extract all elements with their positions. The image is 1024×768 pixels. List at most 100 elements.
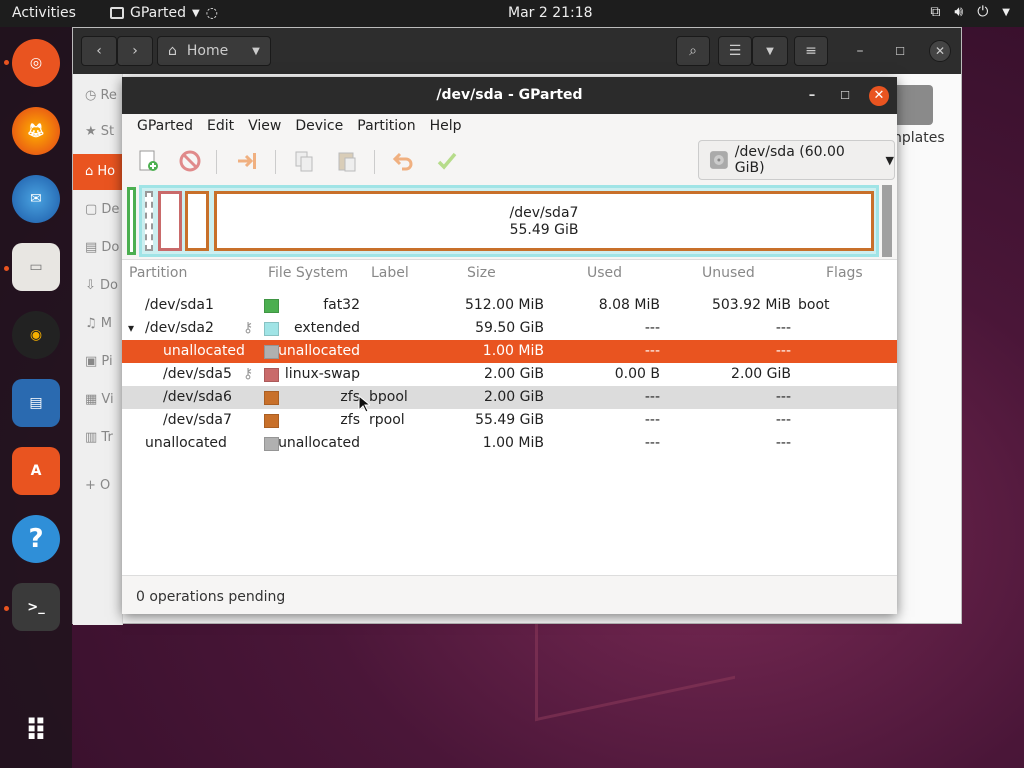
table-row[interactable]: /dev/sda5 ⚷ linux-swap 2.00 GiB 0.00 B 2.00 G… [122,363,897,386]
filesystem-color-swatch [264,391,279,405]
cell-file-system: linux-swap [284,366,360,382]
clock[interactable]: Mar 2 21:18 [508,5,593,21]
rhythmbox-icon[interactable]: ◉ [12,311,60,359]
ubuntu-icon[interactable]: ◎ [12,39,60,87]
list-view-button[interactable]: ☰ [718,36,752,66]
window-titlebar[interactable]: /dev/sda - GParted – ☐ ✕ [122,77,897,114]
sidebar-item-label: Do [101,240,120,255]
maximize-button[interactable]: ☐ [835,86,855,106]
table-row[interactable]: unallocated unallocated 1.00 MiB --- --- [122,340,897,363]
show-apps-icon[interactable]: ⠿ [12,707,60,755]
paste-button[interactable] [332,146,362,176]
sidebar-item-label: Vi [101,392,114,407]
chevron-down-icon: ▼ [1002,7,1010,18]
cell-file-system: extended [293,320,360,336]
close-button[interactable]: ✕ [929,40,951,62]
diskmap-unallocated-inner[interactable] [145,191,153,251]
sidebar-item-starred[interactable]: ★ St [73,114,123,150]
cell-label: bpool [369,389,408,405]
thunderbird-icon[interactable]: ✉ [12,175,60,223]
column-flags[interactable]: Flags [826,265,863,281]
window-title: /dev/sda - GParted [436,87,583,103]
resize-move-button[interactable] [232,146,262,176]
writer-icon[interactable]: ▤ [12,379,60,427]
minimize-button[interactable]: – [802,86,822,106]
dock: ◎ 🦊︎ ✉ ▭ ◉ ▤ A ? >_ ⠿ [0,27,72,768]
table-header: Partition File System Label Size Used Un… [122,260,897,286]
chevron-down-icon[interactable]: ▼ [241,36,271,66]
undo-button[interactable] [388,146,418,176]
sidebar-item-desktop[interactable]: ▢ De [73,192,123,228]
view-options-button[interactable]: ▼ [752,36,788,66]
cell-partition: /dev/sda2 [145,320,214,336]
forward-button[interactable]: › [117,36,153,66]
maximize-button[interactable]: ☐ [888,36,912,66]
table-row[interactable]: unallocated unallocated 1.00 MiB --- --- [122,432,897,455]
menu-gparted[interactable]: GParted [130,114,200,140]
close-button[interactable]: ✕ [869,86,889,106]
home-icon: ⌂ [168,43,177,59]
system-tray[interactable]: ⧉ 🔊︎ ⏻ ▼ [930,4,1010,22]
apply-button[interactable] [432,146,462,176]
files-icon[interactable]: ▭ [12,243,60,291]
toolbar-separator [374,150,375,174]
sidebar-item-videos[interactable]: ▦ Vi [73,382,123,418]
sidebar-item-recent[interactable]: ◷ Re [73,78,123,114]
cell-partition: /dev/sda5 [163,366,232,382]
diskmap-sda1[interactable] [127,187,136,255]
key-icon: ⚷ [243,320,254,336]
search-button[interactable]: ⌕ [676,36,710,66]
sidebar-item-label: Re [100,88,117,103]
cell-partition: /dev/sda1 [145,297,214,313]
column-file-system[interactable]: File System [268,265,348,281]
loading-icon: ◌ [205,5,218,21]
diskmap-sda7[interactable]: /dev/sda7 55.49 GiB [214,191,874,251]
diskmap-sda6[interactable] [185,191,209,251]
menu-partition[interactable]: Partition [350,114,422,140]
cell-used: --- [644,412,660,428]
device-selector[interactable]: /dev/sda (60.00 GiB) ▼ [698,140,895,180]
column-partition[interactable]: Partition [129,265,187,281]
column-label[interactable]: Label [371,265,409,281]
diskmap-sda5[interactable] [158,191,182,251]
sidebar-item-other-locations[interactable]: + O [73,468,123,504]
table-row[interactable]: /dev/sda6 zfs bpool 2.00 GiB --- --- [122,386,897,409]
sidebar-item-label: Tr [101,430,113,445]
delete-partition-button[interactable] [175,146,205,176]
sidebar-item-documents[interactable]: ▤ Do [73,230,123,266]
sidebar-item-trash[interactable]: ▥ Tr [73,420,123,456]
back-button[interactable]: ‹ [81,36,117,66]
software-icon[interactable]: A [12,447,60,495]
copy-button[interactable] [289,146,319,176]
activities-button[interactable]: Activities [12,5,76,21]
menu-view[interactable]: View [241,114,288,140]
minimize-button[interactable]: – [848,36,872,66]
cell-partition: /dev/sda6 [163,389,232,405]
table-row[interactable]: ▾ /dev/sda2 ⚷ extended 59.50 GiB --- --- [122,317,897,340]
sidebar-item-home[interactable]: ⌂ Ho [73,154,123,190]
folder-templates-icon[interactable] [893,85,933,125]
cell-partition: unallocated [145,435,227,451]
column-size[interactable]: Size [467,265,496,281]
new-partition-button[interactable] [133,146,163,176]
table-row[interactable]: /dev/sda7 zfs rpool 55.49 GiB --- --- [122,409,897,432]
sidebar-item-music[interactable]: ♫ M [73,306,123,342]
menu-help[interactable]: Help [423,114,469,140]
table-row[interactable]: /dev/sda1 fat32 512.00 MiB 8.08 MiB 503.92 M… [122,294,897,317]
firefox-icon[interactable]: 🦊︎ [12,107,60,155]
terminal-icon[interactable]: >_ [12,583,60,631]
menu-button[interactable]: ≡ [794,36,828,66]
column-used[interactable]: Used [587,265,622,281]
sidebar-item-pictures[interactable]: ▣ Pi [73,344,123,380]
cell-size: 1.00 MiB [482,343,544,359]
hard-disk-icon [709,151,728,169]
menu-edit[interactable]: Edit [200,114,241,140]
menu-device[interactable]: Device [288,114,350,140]
expander-icon[interactable]: ▾ [128,321,134,335]
diskmap-unallocated-end[interactable] [882,185,892,257]
sidebar-item-downloads[interactable]: ⇩ Do [73,268,123,304]
cell-partition: unallocated [163,343,245,359]
column-unused[interactable]: Unused [702,265,755,281]
app-menu[interactable]: GParted ▼ ◌ [110,5,218,21]
help-icon[interactable]: ? [12,515,60,563]
